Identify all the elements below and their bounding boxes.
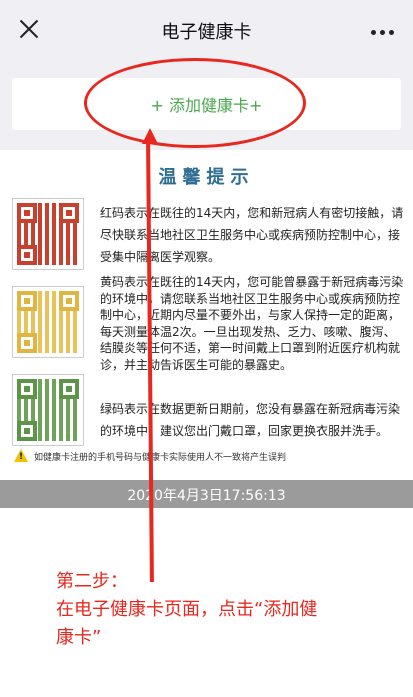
more-dot	[380, 30, 385, 35]
top-bar: 电子健康卡	[0, 0, 413, 58]
annotation-line: 在电子健康卡页面，点击“添加健	[56, 599, 318, 620]
more-dot	[371, 30, 376, 35]
green-qr-code-icon	[12, 374, 84, 446]
warning-notice: ! 如健康卡注册的手机号码与健康卡实际使用人不一致将产生误判	[14, 449, 404, 465]
timestamp-bar: 2020年4月3日17:56:13	[0, 480, 413, 508]
arrow-head-icon	[142, 128, 158, 144]
tips-title: 温馨提示	[158, 167, 255, 188]
yellow-qr-code-icon	[12, 286, 84, 358]
red-qr-code-icon	[12, 198, 84, 270]
more-icon[interactable]	[371, 30, 395, 36]
yellow-code-description: 黄码表示在既往的14天内，您可能曾暴露于新冠病毒污染的环境中，请您联系当地社区卫…	[100, 275, 404, 372]
timestamp: 2020年4月3日17:56:13	[127, 488, 286, 504]
annotation-line: 康卡”	[56, 627, 102, 648]
annotation-step: 第二步：	[56, 571, 128, 592]
green-code-description: 绿码表示在数据更新日期前，您没有暴露在新冠病毒污染的环境中，建议您出门戴口罩，回…	[100, 402, 401, 438]
red-code-description: 红码表示在既往的14天内，您和新冠病人有密切接触，请尽快联系当地社区卫生服务中心…	[100, 206, 404, 264]
highlight-ellipse	[84, 58, 306, 148]
warning-text: 如健康卡注册的手机号码与健康卡实际使用人不一致将产生误判	[34, 453, 287, 463]
more-dot	[389, 30, 394, 35]
warning-icon: !	[14, 449, 28, 462]
page-title: 电子健康卡	[161, 22, 252, 43]
